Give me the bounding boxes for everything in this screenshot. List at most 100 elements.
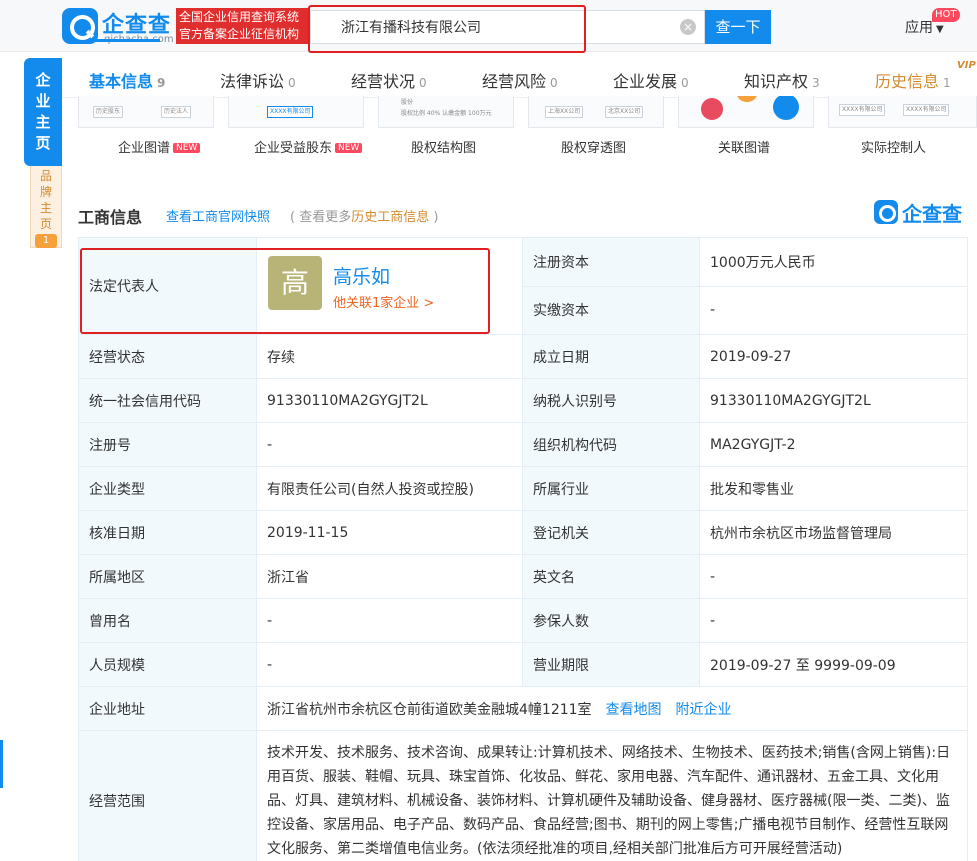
- field-value: 2019-09-27: [699, 334, 968, 379]
- field-label: 营业期限: [522, 642, 700, 687]
- main-tabs: 基本信息 9 法律诉讼 0 经营状况 0 经营风险 0 企业发展 0 知识产权 3 历史信息…: [62, 56, 977, 98]
- side-tab-char: 主: [35, 113, 51, 131]
- field-label: 参保人数: [522, 598, 700, 643]
- business-scope-value: 技术开发、技术服务、技术咨询、成果转让:计算机技术、网络技术、生物技术、医药技术…: [256, 730, 968, 861]
- graph-label-text: 企业图谱: [118, 141, 171, 156]
- table-row: 曾用名 - 参保人数 -: [78, 598, 968, 643]
- graph-thumb-equity[interactable]: 股份 股权比例 40% 认缴金额 100万元: [378, 96, 514, 128]
- graph-thumb-penetration[interactable]: 上海XX公司 北京XX公司: [528, 96, 664, 128]
- graph-thumb-controller[interactable]: XXXX有限公司 XXXX有限公司: [828, 96, 977, 128]
- chevron-down-icon: ▼: [936, 24, 944, 35]
- legal-rep-associated-link[interactable]: 他关联1家企业 >: [333, 292, 434, 311]
- watermark-logo: 企查查: [874, 198, 970, 226]
- tab-count: 0: [681, 76, 689, 90]
- field-value: 91330110MA2GYGJT2L: [699, 378, 968, 423]
- section-title: 工商信息: [78, 208, 143, 227]
- thumb-node: XXXX有限公司: [267, 106, 314, 118]
- slogan-line-1: 全国企业信用查询系统: [179, 10, 300, 24]
- active-tab-indicator: [88, 39, 160, 42]
- tab-history[interactable]: 历史信息 1: [875, 68, 951, 92]
- table-row: 人员规模 - 营业期限 2019-09-27 至 9999-09-09: [78, 642, 968, 687]
- vip-icon: VIP: [957, 60, 976, 71]
- field-label: 组织机构代码: [522, 422, 700, 467]
- field-label: 注册号: [78, 422, 257, 467]
- graph-thumb-company[interactable]: 历史股东 历史法人: [78, 96, 214, 128]
- field-value: 浙江省: [256, 554, 523, 599]
- view-map-link[interactable]: 查看地图: [606, 702, 662, 718]
- tab-label: 法律诉讼: [220, 72, 285, 91]
- graph-label-text: 股权结构图: [411, 141, 477, 156]
- graph-label-text: 企业受益股东: [254, 141, 333, 156]
- clear-icon[interactable]: ×: [680, 19, 696, 35]
- search-button[interactable]: 查一下: [705, 10, 771, 44]
- tab-ip[interactable]: 知识产权 3: [744, 68, 820, 92]
- side-tab-char: 页: [35, 134, 51, 152]
- field-value: 存续: [256, 334, 523, 379]
- app-menu-label: 应用: [905, 20, 933, 36]
- nearby-companies-link[interactable]: 附近企业: [676, 702, 732, 718]
- thumb-node: 历史法人: [161, 106, 192, 118]
- tab-basic-info[interactable]: 基本信息 9: [89, 68, 165, 92]
- field-value: 2019-11-15: [256, 510, 523, 555]
- graph-thumb-related[interactable]: [678, 96, 814, 128]
- tab-risk[interactable]: 经营风险 0: [482, 68, 558, 92]
- table-row: 法定代表人 高 高乐如 他关联1家企业 > 注册资本 1000万元人民币: [78, 237, 968, 335]
- field-label: 成立日期: [522, 334, 700, 379]
- note-prefix: ( 查看更多: [290, 210, 352, 225]
- tab-operations[interactable]: 经营状况 0: [351, 68, 427, 92]
- graph-label-controller[interactable]: 实际控制人: [861, 137, 926, 156]
- legal-rep-name[interactable]: 高乐如: [333, 262, 390, 289]
- tab-label: 历史信息: [875, 72, 940, 91]
- field-label: 经营范围: [78, 730, 257, 861]
- tab-label: 企业发展: [613, 72, 678, 91]
- field-value: -: [256, 598, 523, 643]
- side-tab-company-home[interactable]: 企 业 主 页: [24, 58, 62, 166]
- graph-label-related[interactable]: 关联图谱: [718, 137, 770, 156]
- history-info-link[interactable]: 历史工商信息: [351, 210, 429, 225]
- table-row: 经营状态 存续 成立日期 2019-09-27: [78, 334, 968, 379]
- thumb-node: 上海XX公司: [545, 106, 584, 118]
- left-edge-accent: [0, 740, 3, 788]
- field-label: 英文名: [522, 554, 700, 599]
- graph-label-text: 股权穿透图: [561, 141, 627, 156]
- field-label: 纳税人识别号: [522, 378, 700, 423]
- side-tab-char: 品: [39, 169, 52, 183]
- field-value: 批发和零售业: [699, 466, 968, 511]
- graph-thumb-beneficiary[interactable]: XXXX有限公司: [228, 96, 364, 128]
- graph-label-text: 实际控制人: [861, 141, 927, 156]
- snapshot-link[interactable]: 查看工商官网快照: [166, 206, 270, 225]
- tab-label: 知识产权: [744, 72, 809, 91]
- field-value: 91330110MA2GYGJT2L: [256, 378, 523, 423]
- tab-count: 0: [550, 76, 558, 90]
- thumb-node: XXXX有限公司: [839, 104, 886, 116]
- field-label: 曾用名: [78, 598, 257, 643]
- graph-label-text: 关联图谱: [718, 141, 771, 156]
- tab-label: 经营风险: [482, 72, 547, 91]
- table-row: 经营范围 技术开发、技术服务、技术咨询、成果转让:计算机技术、网络技术、生物技术…: [78, 730, 968, 861]
- slogan-badge: 全国企业信用查询系统 官方备案企业征信机构: [176, 8, 310, 44]
- slogan-line-2: 官方备案企业征信机构: [179, 27, 300, 41]
- avatar[interactable]: 高: [268, 256, 322, 310]
- graph-label-beneficiary[interactable]: 企业受益股东 NEW: [254, 137, 363, 156]
- tab-count: 0: [419, 76, 427, 90]
- tab-development[interactable]: 企业发展 0: [613, 68, 689, 92]
- graph-label-penetration[interactable]: 股权穿透图: [561, 137, 626, 156]
- field-value: 2019-09-27 至 9999-09-09: [699, 642, 968, 687]
- thumb-node: 北京XX公司: [605, 106, 644, 118]
- field-value: -: [256, 422, 523, 467]
- field-label: 登记机关: [522, 510, 700, 555]
- field-label: 核准日期: [78, 510, 257, 555]
- tab-count: 1: [943, 76, 951, 90]
- graph-label-company[interactable]: 企业图谱 NEW: [118, 137, 201, 156]
- tab-legal[interactable]: 法律诉讼 0: [220, 68, 296, 92]
- tab-count: 0: [288, 76, 296, 90]
- field-value: -: [699, 554, 968, 599]
- address-cell: 浙江省杭州市余杭区仓前街道欧美金融城4幢1211室 查看地图 附近企业: [256, 686, 968, 731]
- legal-rep-cell: 高 高乐如 他关联1家企业 >: [256, 237, 523, 335]
- side-tab-brand-home[interactable]: 品 牌 主 页 1: [30, 166, 62, 248]
- history-note: ( 查看更多历史工商信息 ): [290, 206, 438, 225]
- table-row: 统一社会信用代码 91330110MA2GYGJT2L 纳税人识别号 91330110…: [78, 378, 968, 423]
- graph-label-equity[interactable]: 股权结构图: [411, 137, 476, 156]
- side-tab-char: 业: [35, 92, 51, 110]
- search-highlight-box: [308, 5, 586, 53]
